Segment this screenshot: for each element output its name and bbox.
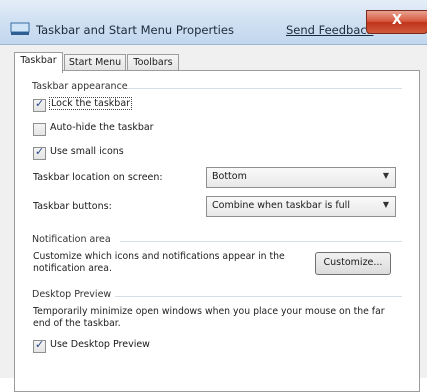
desktop-preview-divider (115, 296, 402, 297)
checkbox-box (33, 123, 46, 136)
lock-taskbar-label: Lock the taskbar (48, 97, 133, 110)
taskbar-tab-panel: Taskbar appearance ✓ Lock the taskbar Au… (14, 70, 420, 392)
desktop-preview-label: Use Desktop Preview (50, 339, 150, 350)
checkbox-box: ✓ (33, 97, 46, 112)
send-feedback-link[interactable]: Send Feedback (286, 23, 373, 37)
desktop-preview-description: Temporarily minimize open windows when y… (33, 306, 385, 329)
checkmark-icon: ✓ (35, 338, 45, 351)
notification-heading: Notification area (32, 234, 111, 245)
lock-taskbar-checkbox[interactable]: ✓ Lock the taskbar (33, 97, 193, 112)
appearance-heading: Taskbar appearance (32, 81, 128, 92)
chevron-down-icon: ▼ (382, 171, 389, 180)
auto-hide-checkbox[interactable]: Auto-hide the taskbar (33, 122, 193, 136)
close-button[interactable]: X (366, 10, 427, 34)
taskbar-location-dropdown[interactable]: Bottom ▼ (206, 167, 396, 188)
location-label: Taskbar location on screen: (33, 172, 163, 183)
notification-divider (120, 241, 402, 242)
taskbar-buttons-dropdown[interactable]: Combine when taskbar is full ▼ (206, 196, 396, 217)
customize-button[interactable]: Customize... (315, 252, 391, 275)
small-icons-checkbox[interactable]: ✓ Use small icons (33, 145, 193, 160)
tab-toolbars[interactable]: Toolbars (127, 54, 179, 71)
appearance-divider (127, 88, 402, 89)
buttons-label: Taskbar buttons: (33, 201, 112, 212)
window-title: Taskbar and Start Menu Properties (36, 23, 234, 37)
checkmark-icon: ✓ (35, 97, 45, 110)
auto-hide-label: Auto-hide the taskbar (50, 122, 154, 133)
desktop-preview-heading: Desktop Preview (32, 289, 112, 300)
small-icons-label: Use small icons (50, 146, 124, 157)
dialog-body: Taskbar Start Menu Toolbars Taskbar appe… (0, 45, 427, 392)
buttons-value: Combine when taskbar is full (212, 200, 350, 211)
tab-taskbar[interactable]: Taskbar (14, 52, 63, 73)
checkmark-icon: ✓ (35, 145, 45, 158)
checkbox-box: ✓ (33, 338, 46, 353)
desktop-preview-checkbox[interactable]: ✓ Use Desktop Preview (33, 338, 213, 353)
taskbar-properties-icon (10, 22, 30, 35)
notification-description: Customize which icons and notifications … (33, 251, 285, 274)
title-bar: Taskbar and Start Menu Properties Send F… (0, 0, 427, 45)
checkbox-box: ✓ (33, 145, 46, 160)
location-value: Bottom (212, 171, 247, 182)
chevron-down-icon: ▼ (382, 200, 389, 209)
tab-start-menu[interactable]: Start Menu (64, 54, 126, 71)
